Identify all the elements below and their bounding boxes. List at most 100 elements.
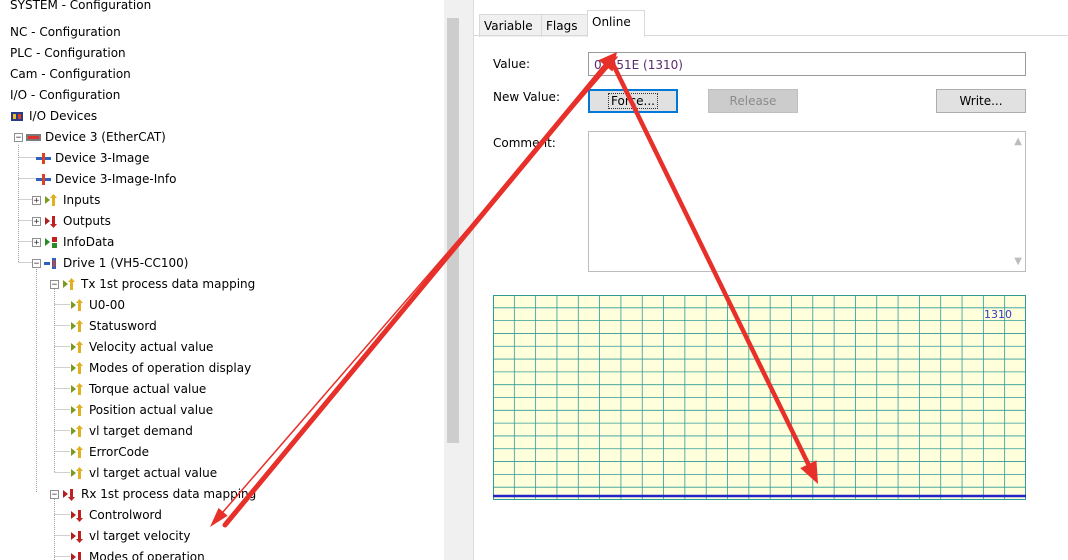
tree-item-device-3[interactable]: − Device 3 (EtherCAT) [14, 127, 166, 148]
tree-item-label: U0-00 [89, 298, 126, 312]
tree-item-io-configuration[interactable]: I/O - Configuration [10, 85, 120, 106]
tree-item-label: Modes of operation display [89, 361, 252, 375]
force-button[interactable]: Force... [588, 89, 678, 113]
tab-label: Variable [484, 19, 533, 33]
collapse-toggle[interactable]: − [50, 490, 59, 500]
input-variable-icon [62, 278, 77, 291]
tree-item-cam-configuration[interactable]: Cam - Configuration [10, 64, 131, 85]
tree-item-outputs[interactable]: + Outputs [32, 211, 111, 232]
tree-item-device-3-image-info[interactable]: Device 3-Image-Info [36, 169, 176, 190]
tab-flags[interactable]: Flags [541, 14, 589, 37]
tab-online[interactable]: Online [587, 10, 645, 37]
tree-item-tx-mapping[interactable]: − Tx 1st process data mapping [50, 274, 255, 295]
force-button-label: Force... [608, 93, 658, 109]
output-variable-icon [70, 509, 85, 522]
tree-item-position-actual-value[interactable]: Position actual value [70, 400, 213, 421]
scroll-up-icon[interactable]: ▲ [1014, 136, 1022, 147]
tree-item-infodata[interactable]: + InfoData [32, 232, 114, 253]
tree-item-u0-00[interactable]: U0-00 [70, 295, 125, 316]
scroll-down-icon[interactable]: ▼ [1014, 256, 1022, 267]
tree-item-label: Statusword [89, 319, 157, 333]
input-variable-icon [70, 404, 85, 417]
tree-item-label: Rx 1st process data mapping [81, 487, 257, 501]
write-button-label: Write... [959, 94, 1003, 108]
tree-item-label: Tx 1st process data mapping [81, 277, 256, 291]
tree-item-label: vl target actual value [89, 466, 218, 480]
solution-tree: SYSTEM - Configuration NC - Configuratio… [0, 0, 444, 560]
tree-item-label: Device 3 (EtherCAT) [45, 130, 166, 144]
tree-item-label: vl target velocity [89, 529, 191, 543]
input-variable-icon [70, 320, 85, 333]
tree-item-label: Device 3-Image-Info [55, 172, 177, 186]
chart-value-label: 1310 [984, 308, 1012, 321]
tab-variable[interactable]: Variable [479, 14, 543, 37]
properties-panel: Variable Flags Online Value: 0x051E (131… [474, 0, 1068, 560]
release-button-label: Release [729, 94, 777, 108]
tree-item-system-configuration[interactable]: SYSTEM - Configuration [10, 0, 151, 16]
image-icon [36, 152, 51, 165]
tree-item-label: Cam - Configuration [10, 67, 131, 81]
output-variable-icon [62, 488, 77, 501]
tree-item-label: Controlword [89, 508, 162, 522]
input-variable-icon [70, 446, 85, 459]
tree-item-label: Position actual value [89, 403, 214, 417]
tree-item-statusword[interactable]: Statusword [70, 316, 157, 337]
value-label: Value: [493, 57, 530, 71]
tree-item-label: InfoData [63, 235, 115, 249]
input-variable-icon [70, 425, 85, 438]
inputs-icon [44, 194, 59, 207]
tree-item-vl-target-demand[interactable]: vl target demand [70, 421, 193, 442]
tree-item-vl-target-velocity[interactable]: vl target velocity [70, 526, 190, 547]
tree-item-nc-configuration[interactable]: NC - Configuration [10, 22, 121, 43]
tree-item-inputs[interactable]: + Inputs [32, 190, 100, 211]
release-button[interactable]: Release [708, 89, 798, 113]
input-variable-icon [70, 362, 85, 375]
output-variable-icon [70, 551, 85, 560]
tree-item-label: Velocity actual value [89, 340, 214, 354]
tab-label: Flags [546, 19, 578, 33]
tree-item-plc-configuration[interactable]: PLC - Configuration [10, 43, 126, 64]
tree-item-label: Device 3-Image [55, 151, 150, 165]
tree-item-modes-of-operation[interactable]: Modes of operation [70, 547, 205, 560]
ethercat-device-icon [26, 131, 41, 144]
tree-item-torque-actual-value[interactable]: Torque actual value [70, 379, 206, 400]
tree-item-label: Modes of operation [89, 550, 205, 560]
online-value-chart: 1310 [493, 295, 1026, 500]
tree-item-label: vl target demand [89, 424, 193, 438]
comment-textarea[interactable]: ▲ ▼ [588, 131, 1026, 272]
expand-toggle[interactable]: + [32, 238, 41, 248]
drive-icon [44, 257, 59, 270]
write-button[interactable]: Write... [936, 89, 1026, 113]
tree-item-label: I/O - Configuration [10, 88, 121, 102]
tree-item-label: PLC - Configuration [10, 46, 126, 60]
infodata-icon [44, 236, 59, 249]
comment-label: Comment: [493, 136, 556, 150]
tree-item-velocity-actual-value[interactable]: Velocity actual value [70, 337, 213, 358]
collapse-toggle[interactable]: − [50, 280, 59, 290]
outputs-icon [44, 215, 59, 228]
tree-item-rx-mapping[interactable]: − Rx 1st process data mapping [50, 484, 256, 505]
tree-item-vl-target-actual-value[interactable]: vl target actual value [70, 463, 217, 484]
collapse-toggle[interactable]: − [14, 133, 23, 143]
value-field: 0x051E (1310) [588, 52, 1026, 76]
tree-item-label: Inputs [63, 193, 101, 207]
collapse-toggle[interactable]: − [32, 259, 41, 269]
tree-item-device-3-image[interactable]: Device 3-Image [36, 148, 149, 169]
tree-item-label: Outputs [63, 214, 111, 228]
input-variable-icon [70, 299, 85, 312]
tree-item-label: ErrorCode [89, 445, 149, 459]
tree-item-errorcode[interactable]: ErrorCode [70, 442, 149, 463]
tree-scrollbar-thumb[interactable] [447, 18, 459, 443]
tree-item-io-devices[interactable]: I/O Devices [10, 106, 97, 127]
tree-item-modes-of-operation-display[interactable]: Modes of operation display [70, 358, 251, 379]
image-icon [36, 173, 51, 186]
expand-toggle[interactable]: + [32, 217, 41, 227]
input-variable-icon [70, 341, 85, 354]
input-variable-icon [70, 467, 85, 480]
expand-toggle[interactable]: + [32, 196, 41, 206]
tree-item-drive-1[interactable]: − Drive 1 (VH5-CC100) [32, 253, 188, 274]
tree-item-label: NC - Configuration [10, 25, 121, 39]
tree-item-label: I/O Devices [29, 109, 98, 123]
tree-item-controlword[interactable]: Controlword [70, 505, 162, 526]
panel-splitter[interactable] [460, 0, 474, 560]
